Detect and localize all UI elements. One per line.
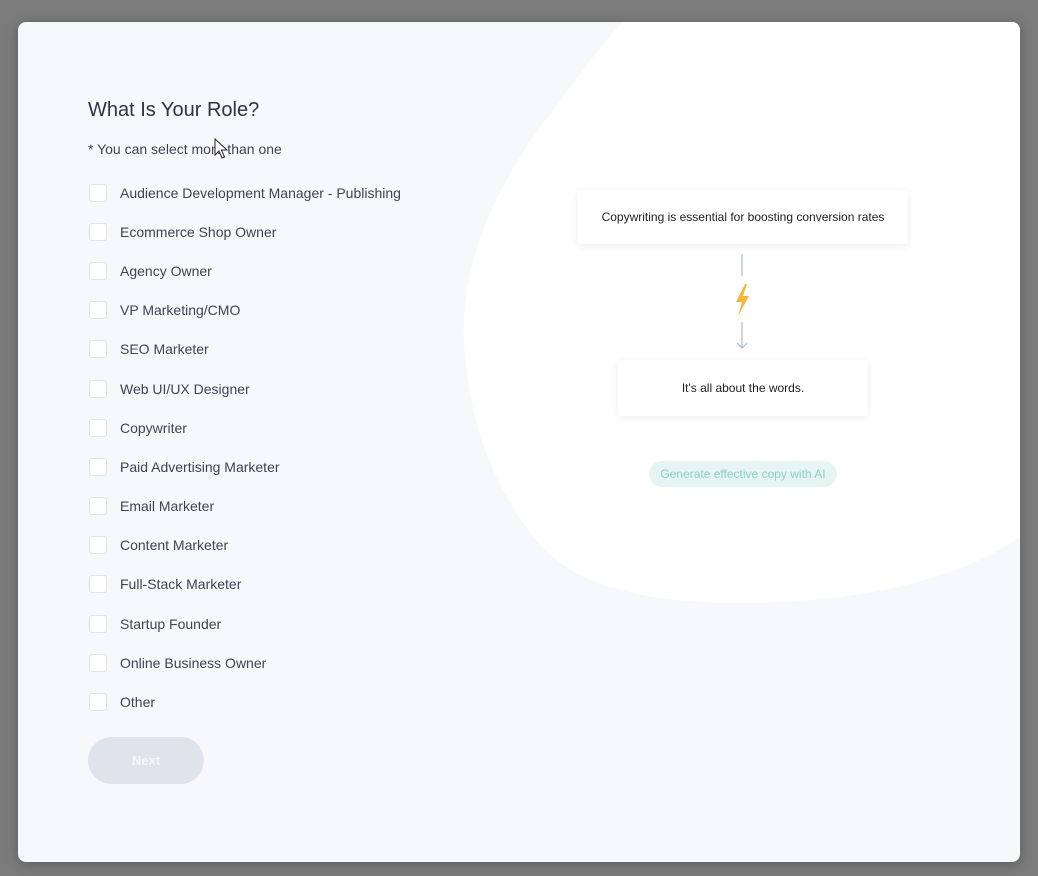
role-option[interactable]: Email Marketer	[88, 487, 488, 526]
role-option[interactable]: Full-Stack Marketer	[88, 565, 488, 604]
role-checkbox[interactable]	[89, 614, 107, 633]
illustration-connector	[736, 254, 749, 349]
role-checkbox[interactable]	[89, 693, 107, 712]
role-checkbox[interactable]	[89, 653, 107, 672]
role-option-label: Copywriter	[120, 419, 187, 436]
role-option[interactable]: Online Business Owner	[88, 643, 488, 682]
role-checkbox[interactable]	[89, 301, 107, 320]
role-option[interactable]: Ecommerce Shop Owner	[88, 212, 488, 251]
lightning-bolt-icon	[736, 284, 749, 316]
role-option-label: SEO Marketer	[120, 341, 209, 358]
role-checkbox[interactable]	[89, 497, 107, 516]
copywriting-card: Copywriting is essential for boosting co…	[578, 190, 908, 244]
select-hint: * You can select more than one	[88, 141, 282, 157]
page-title: What Is Your Role?	[88, 99, 260, 121]
arrow-down-icon	[736, 322, 748, 349]
role-checkbox[interactable]	[89, 261, 107, 280]
role-option[interactable]: Web UI/UX Designer	[88, 369, 488, 408]
role-option[interactable]: Audience Development Manager - Publishin…	[88, 173, 488, 212]
role-option-label: Ecommerce Shop Owner	[120, 223, 277, 240]
role-option-label: Audience Development Manager - Publishin…	[120, 184, 401, 201]
role-option-label: Web UI/UX Designer	[120, 380, 250, 397]
role-checkbox[interactable]	[89, 379, 107, 398]
copywriting-card-text: Copywriting is essential for boosting co…	[601, 210, 885, 224]
role-option-label: Startup Founder	[120, 615, 222, 632]
words-card-text: It's all about the words.	[681, 381, 805, 395]
role-option[interactable]: SEO Marketer	[88, 330, 488, 369]
role-checkbox[interactable]	[89, 183, 107, 202]
role-options-list: Audience Development Manager - Publishin…	[88, 173, 488, 722]
ai-copy-badge-text: Generate effective copy with AI	[660, 467, 826, 481]
ai-copy-badge: Generate effective copy with AI	[649, 461, 837, 487]
role-option[interactable]: Startup Founder	[88, 604, 488, 643]
role-option-label: Full-Stack Marketer	[120, 576, 242, 593]
role-option-label: Email Marketer	[120, 498, 215, 515]
role-option[interactable]: Paid Advertising Marketer	[88, 447, 488, 486]
mouse-cursor-icon	[214, 138, 228, 159]
role-option[interactable]: Other	[88, 682, 488, 721]
words-card: It's all about the words.	[618, 360, 868, 416]
role-checkbox[interactable]	[89, 340, 107, 359]
role-option[interactable]: Agency Owner	[88, 251, 488, 290]
role-option[interactable]: VP Marketing/CMO	[88, 291, 488, 330]
role-option-label: VP Marketing/CMO	[120, 302, 241, 319]
role-checkbox[interactable]	[89, 536, 107, 555]
role-checkbox[interactable]	[89, 457, 107, 476]
role-option[interactable]: Content Marketer	[88, 526, 488, 565]
role-checkbox[interactable]	[89, 222, 107, 241]
role-form: What Is Your Role? * You can select more…	[88, 96, 488, 784]
role-option[interactable]: Copywriter	[88, 408, 488, 447]
role-option-label: Content Marketer	[120, 537, 229, 554]
next-button[interactable]: Next	[88, 736, 204, 784]
role-selection-modal: What Is Your Role? * You can select more…	[18, 22, 1020, 862]
role-checkbox[interactable]	[89, 575, 107, 594]
role-checkbox[interactable]	[89, 418, 107, 437]
role-option-label: Agency Owner	[120, 262, 212, 279]
role-option-label: Other	[120, 694, 156, 711]
role-option-label: Online Business Owner	[120, 654, 267, 671]
role-option-label: Paid Advertising Marketer	[120, 458, 280, 475]
